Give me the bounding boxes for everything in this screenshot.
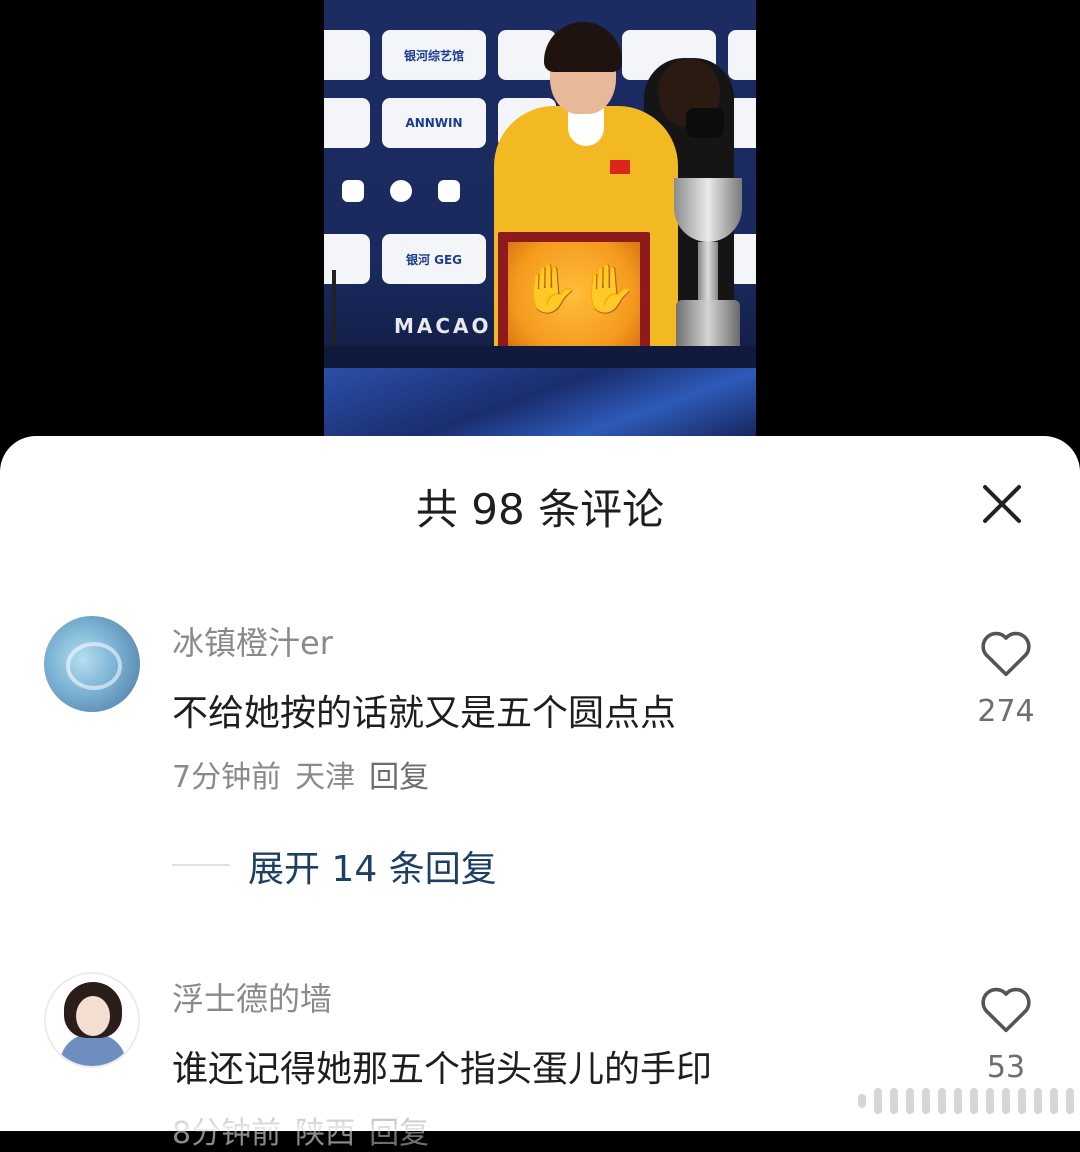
sponsor-label: 银河 GEG <box>405 252 463 267</box>
heart-icon[interactable] <box>979 984 1033 1034</box>
comments-sheet: 共 98 条评论 冰镇橙汁er 不给她按的话就又是五个圆点点 7分钟前 天津 回复 … <box>0 436 1080 1151</box>
sponsor-board <box>324 30 370 80</box>
reply-button[interactable]: 回复 <box>369 760 429 795</box>
close-icon[interactable] <box>974 476 1030 532</box>
flag-patch <box>610 160 630 174</box>
face-mask <box>686 108 724 138</box>
video-player[interactable]: 银河综艺馆 ANNWIN 银河 GEG ✋ ✋ MACAO <box>0 0 1080 440</box>
comment-username[interactable]: 冰镇橙汁er <box>172 618 333 664</box>
comment-text[interactable]: 谁还记得她那五个指头蛋儿的手印 <box>172 1040 712 1092</box>
comment-text[interactable]: 不给她按的话就又是五个圆点点 <box>172 684 676 736</box>
comment-meta: 7分钟前 天津 回复 <box>172 752 443 796</box>
sponsor-board: 银河 GEG <box>382 234 486 284</box>
microphone <box>332 270 336 350</box>
sponsor-label: ANNWIN <box>405 116 463 130</box>
sponsor-board <box>324 98 370 148</box>
comments-count-title: 共 98 条评论 <box>415 485 665 534</box>
sponsor-board: ANNWIN <box>382 98 486 148</box>
heart-icon[interactable] <box>979 628 1033 678</box>
comment-time: 7分钟前 <box>172 760 282 795</box>
sponsor-board <box>728 30 756 80</box>
video-frame: 银河综艺馆 ANNWIN 银河 GEG ✋ ✋ MACAO <box>324 0 756 440</box>
sponsor-label: 银河综艺馆 <box>403 48 464 63</box>
like-count: 274 <box>977 694 1035 729</box>
avatar[interactable] <box>44 616 140 712</box>
facebook-icon <box>390 180 412 202</box>
youtube-icon <box>342 180 364 202</box>
avatar-figure <box>60 1034 126 1066</box>
expand-divider <box>172 864 230 866</box>
avatar[interactable] <box>44 972 140 1068</box>
press-table <box>324 346 756 368</box>
backdrop-floor <box>324 368 756 440</box>
comment-location: 天津 <box>295 760 356 795</box>
watermark-logo <box>858 1088 1080 1114</box>
like-count: 53 <box>986 1050 1026 1085</box>
avatar-face <box>76 996 110 1036</box>
sponsor-board: 银河综艺馆 <box>382 30 486 80</box>
comment-username[interactable]: 浮士德的墙 <box>172 974 332 1020</box>
expand-replies-button[interactable]: 展开 14 条回复 <box>248 840 497 892</box>
player-hair <box>544 22 622 72</box>
trophy-stem <box>698 242 718 302</box>
handprint-icon: ✋ <box>520 261 580 317</box>
sponsor-board <box>324 234 370 284</box>
instagram-icon <box>438 180 460 202</box>
venue-text: MACAO <box>394 314 492 338</box>
handprint-icon: ✋ <box>578 261 638 317</box>
